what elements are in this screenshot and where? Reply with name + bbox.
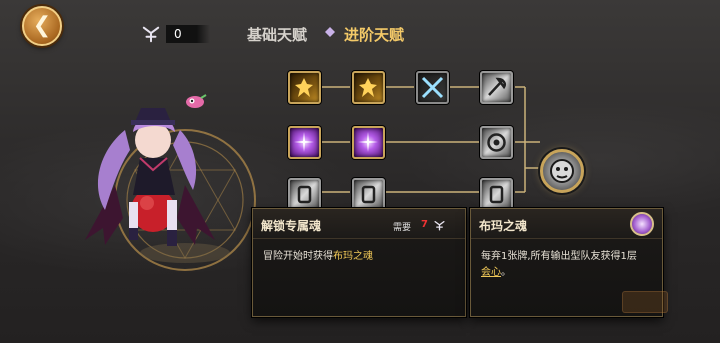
tab-basic-talent[interactable]: 基础天赋	[247, 24, 307, 45]
boss-portrait-icon	[550, 159, 574, 183]
silver-spiral-icon	[487, 133, 506, 152]
talent-node-purple-2[interactable]	[352, 126, 385, 159]
silver-rune-icon	[361, 185, 376, 204]
talent-node-silver-axe[interactable]	[480, 71, 513, 104]
gold-figure-icon	[359, 78, 377, 97]
back-button[interactable]: ❮	[22, 6, 62, 46]
soul-orb-icon	[630, 212, 654, 236]
silver-axe-icon	[488, 77, 506, 96]
silver-rune-icon	[297, 185, 312, 204]
talent-node-gold-2[interactable]	[352, 71, 385, 104]
talent-node-silver-spiral[interactable]	[480, 126, 513, 159]
talent-node-final-boss[interactable]	[540, 149, 584, 193]
currency-value: 0	[166, 25, 210, 43]
silver-rune-icon	[489, 185, 504, 204]
soul-rune-icon	[434, 220, 445, 231]
keyword-link[interactable]: 会心	[481, 267, 501, 278]
pet-companion-icon	[186, 94, 207, 108]
popup-title: 布玛之魂	[479, 219, 528, 233]
soul-rune-icon	[142, 26, 160, 43]
popup-header: 解锁专属魂 需要 7	[253, 209, 465, 239]
desc-prefix: 冒险开始时获得	[263, 251, 333, 262]
tab-advanced-talent[interactable]: 进阶天赋	[344, 24, 404, 45]
back-arrow-icon: ❮	[32, 13, 52, 38]
popup-header: 布玛之魂	[471, 209, 662, 239]
desc-end: 。	[501, 267, 511, 278]
cost-value: 7	[421, 219, 428, 230]
talent-node-gold-1[interactable]	[288, 71, 321, 104]
talent-node-silver-rune-3[interactable]	[480, 178, 513, 211]
unlock-soul-popup: 解锁专属魂 需要 7 冒险开始时获得布玛之魂	[252, 208, 466, 317]
diamond-separator-icon	[325, 27, 335, 37]
desc-main: 每弃1张牌,所有输出型队友获得1层	[481, 251, 637, 262]
desc-highlight: 布玛之魂	[333, 251, 373, 262]
popup-description: 每弃1张牌,所有输出型队友获得1层 会心。	[471, 239, 662, 281]
popup-title: 解锁专属魂	[261, 219, 322, 233]
purple-burst-icon	[358, 132, 378, 152]
talent-node-crossed-blades[interactable]	[416, 71, 449, 104]
cost-label: 需要	[393, 223, 412, 233]
currency-display: 0	[142, 24, 210, 44]
talent-node-purple-1[interactable]	[288, 126, 321, 159]
popup-description: 冒险开始时获得布玛之魂	[253, 239, 465, 265]
character-portrait	[85, 108, 215, 246]
gold-figure-icon	[295, 78, 313, 97]
purple-burst-icon	[294, 132, 314, 152]
background-button	[622, 291, 668, 313]
talent-node-silver-rune-2[interactable]	[352, 178, 385, 211]
crossed-blades-icon	[421, 76, 444, 99]
talent-node-silver-rune-1[interactable]	[288, 178, 321, 211]
